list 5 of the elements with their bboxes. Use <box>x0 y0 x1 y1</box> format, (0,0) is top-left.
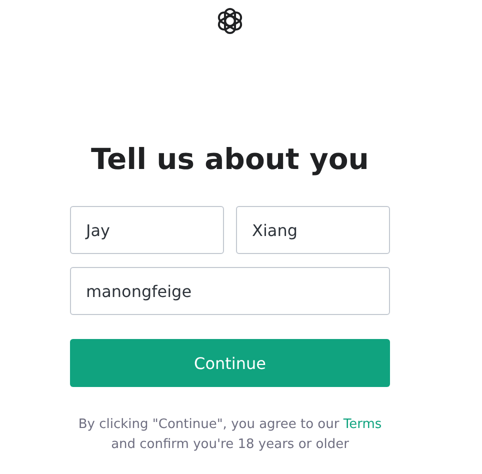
text-field[interactable]: Jay <box>70 206 224 254</box>
terms-notice: By clicking "Continue", you agree to our Terms and confirm you're 18 years or older <box>78 416 382 454</box>
page-heading: Tell us about you <box>91 141 369 177</box>
text-field[interactable]: manongfeige <box>70 267 390 315</box>
text-field[interactable]: Xiang <box>236 206 390 254</box>
